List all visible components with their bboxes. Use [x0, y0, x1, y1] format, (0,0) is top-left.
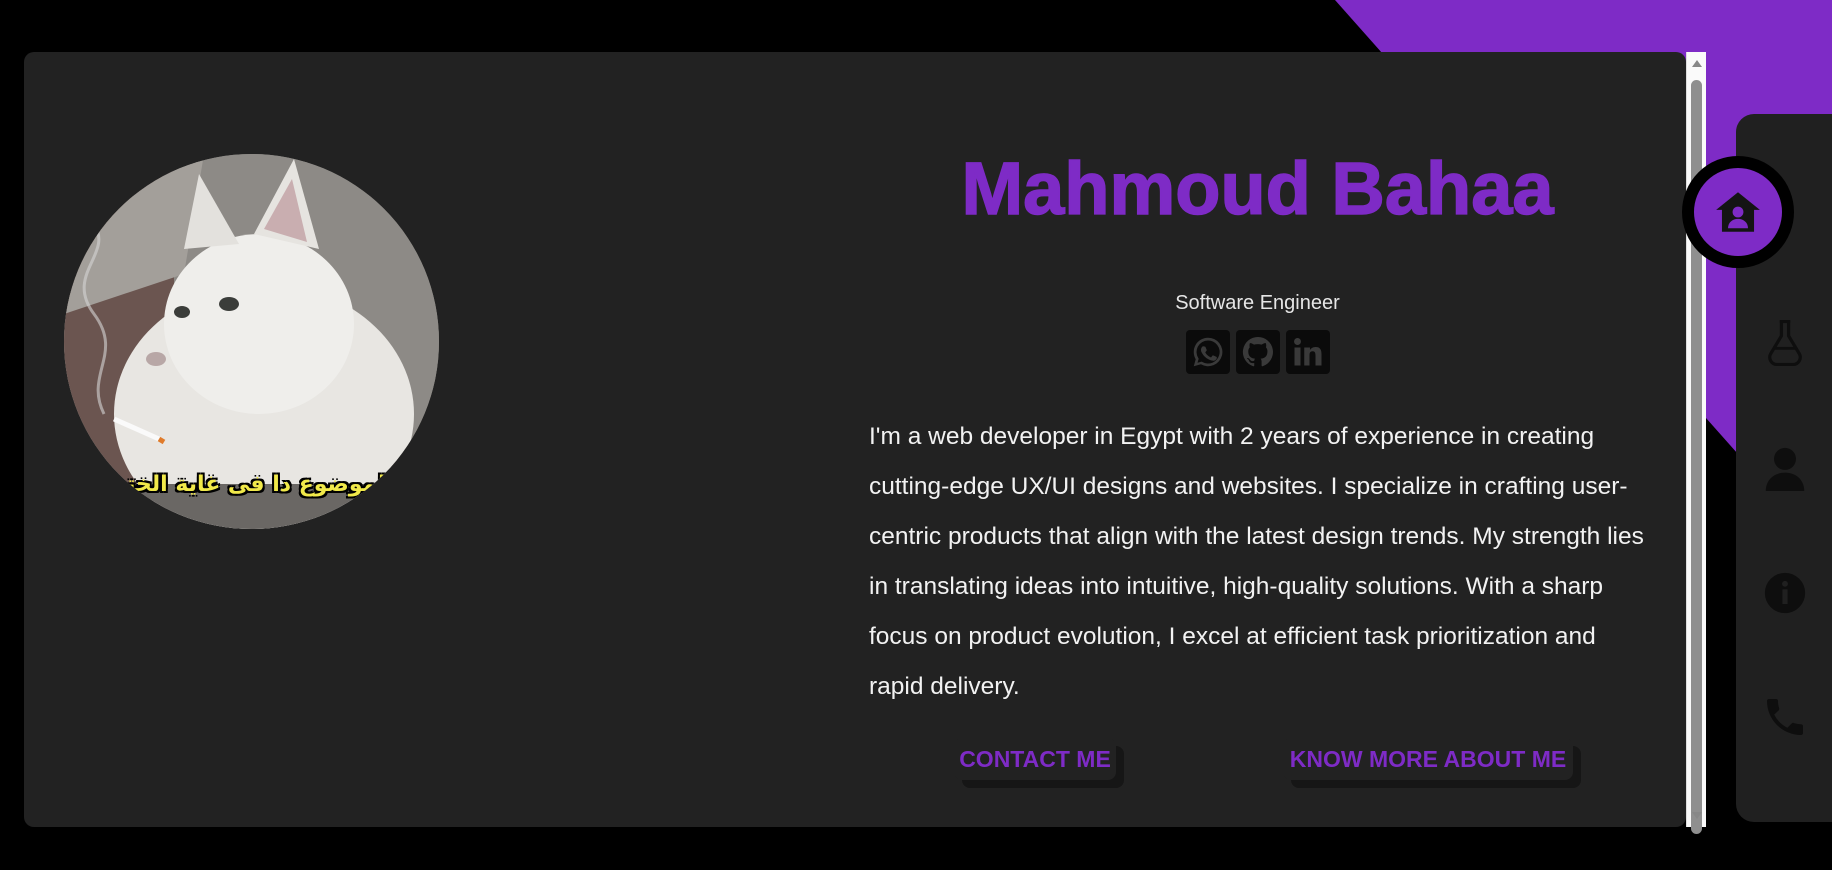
- github-icon: [1242, 336, 1273, 367]
- know-more-button[interactable]: KNOW MORE ABOUT ME: [1283, 738, 1573, 780]
- nav-item-info[interactable]: [1760, 568, 1810, 618]
- avatar-caption: الموضوع دا فى غاية الختم: [109, 472, 394, 497]
- scroll-down-arrow-icon[interactable]: [1692, 812, 1702, 819]
- nav-item-home[interactable]: [1682, 156, 1794, 268]
- nav-item-about[interactable]: [1760, 444, 1810, 494]
- linkedin-icon: [1294, 338, 1322, 366]
- home-icon: [1716, 192, 1760, 232]
- profile-name: Mahmoud Bahaa: [961, 146, 1555, 231]
- social-links: [1186, 330, 1330, 374]
- whatsapp-link[interactable]: [1186, 330, 1230, 374]
- user-icon: [1765, 447, 1805, 491]
- contact-me-button[interactable]: CONTACT ME: [954, 738, 1116, 780]
- profile-bio: I'm a web developer in Egypt with 2 year…: [869, 423, 1644, 700]
- flask-icon: [1768, 319, 1802, 367]
- info-icon: [1764, 572, 1806, 614]
- whatsapp-icon: [1193, 337, 1223, 367]
- profile-role: Software Engineer: [1175, 292, 1340, 314]
- nav-item-contact[interactable]: [1760, 692, 1810, 742]
- nav-item-projects[interactable]: [1760, 318, 1810, 368]
- scroll-up-arrow-icon[interactable]: [1692, 60, 1702, 67]
- phone-icon: [1767, 699, 1803, 735]
- github-link[interactable]: [1236, 330, 1280, 374]
- profile-avatar: الموضوع دا فى غاية الختم: [64, 154, 439, 529]
- linkedin-link[interactable]: [1286, 330, 1330, 374]
